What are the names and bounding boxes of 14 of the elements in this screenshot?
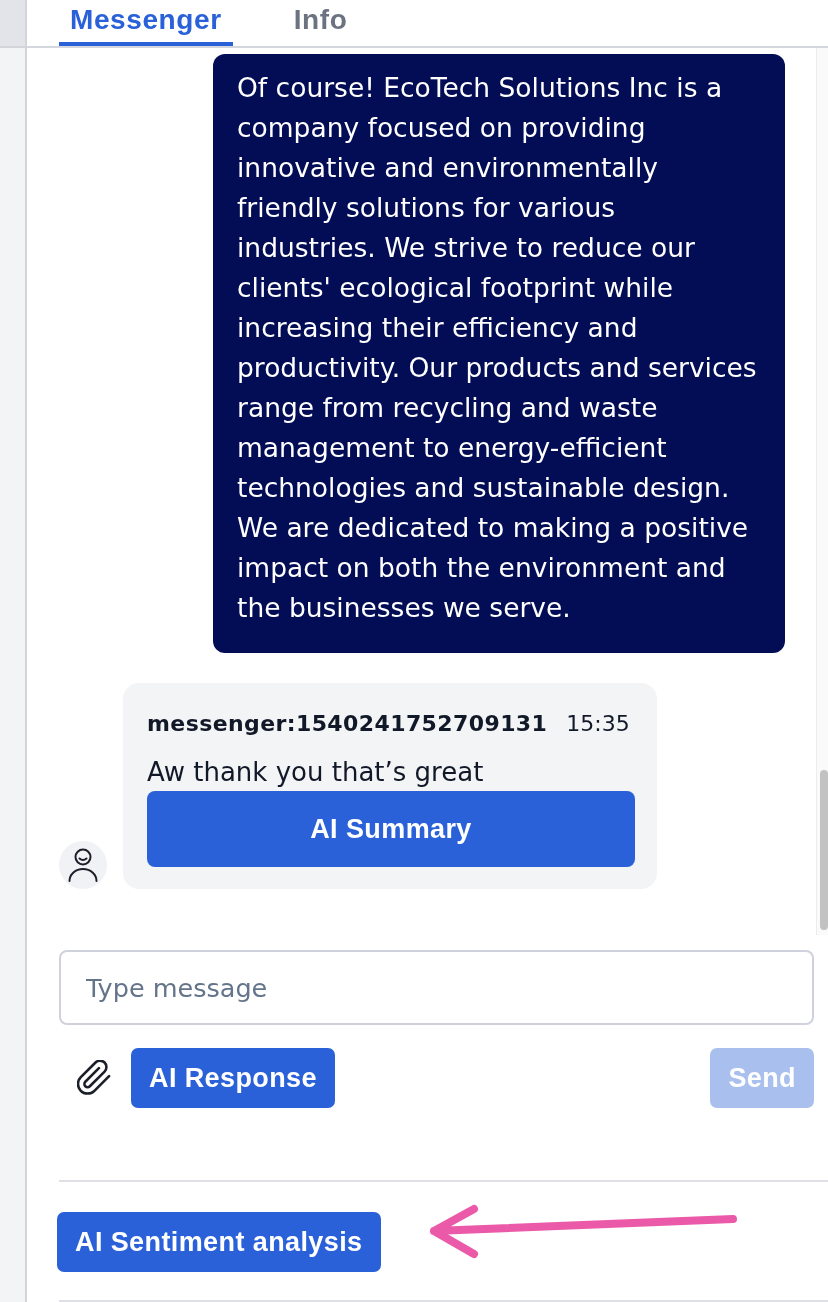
message-bubble: Of course! EcoTech Solutions Inc is a company focused on providing innovative and environmentally friendly solutions for various industries. We strive to reduce our clients' ecological footprint while increasing their efficiency and productivity. Our products and services range from recycling and waste management to energy-efficient technologies and sustainable design. We are dedicated to making a positive impact on both the environment and the businesses we serve. [213,54,785,653]
tab[interactable]: Messenger [59,0,233,46]
paperclip-icon[interactable] [77,1060,111,1096]
message-text: Aw thank you that’s great [147,756,485,789]
message-input[interactable]: Type message [59,950,814,1025]
avatar-icon [59,841,107,889]
summary-button[interactable]: AI Summary [147,791,635,867]
ai-response-button[interactable]: AI Response [131,1048,335,1108]
tab[interactable]: Info [282,0,359,46]
message-time: 15:35 [566,711,630,737]
sender-name: messenger:1540241752709131 [147,711,548,737]
sentiment-analysis-button[interactable]: AI Sentiment analysis [57,1212,381,1272]
scrollbar-thumb[interactable] [820,770,828,930]
scrollbar-track[interactable] [816,48,828,935]
